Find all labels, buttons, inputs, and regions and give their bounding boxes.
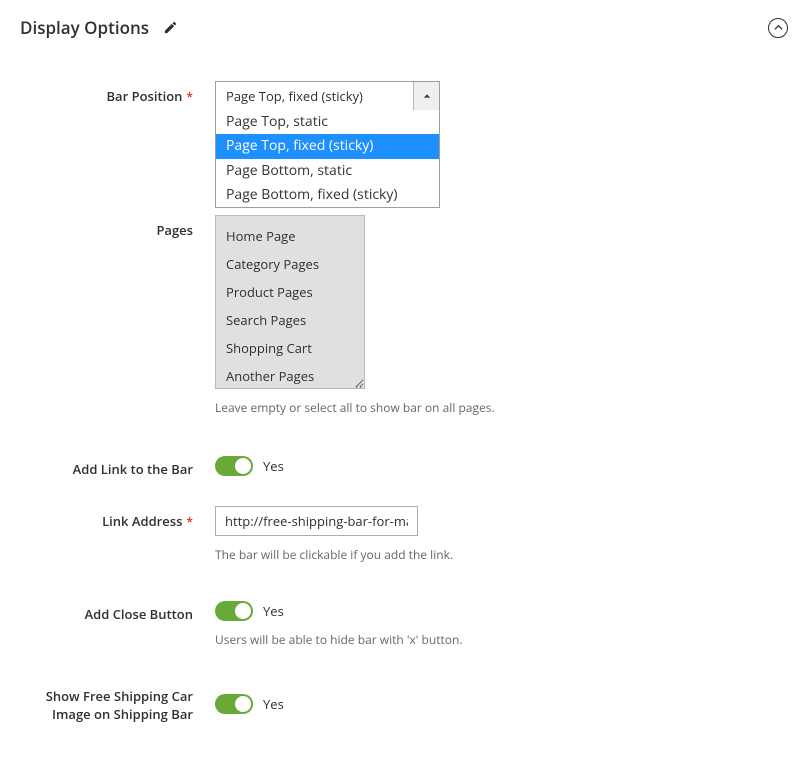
collapse-toggle-button[interactable] <box>768 18 788 38</box>
add-link-value: Yes <box>263 457 284 475</box>
add-close-toggle[interactable] <box>215 601 253 621</box>
show-car-row: Show Free Shipping Car Image on Shipping… <box>20 688 788 723</box>
add-link-field: Yes <box>215 454 788 476</box>
link-address-input[interactable] <box>215 506 418 536</box>
link-address-label: Link Address* <box>20 506 215 530</box>
add-close-value: Yes <box>263 602 284 620</box>
pages-help-text: Leave empty or select all to show bar on… <box>215 399 788 416</box>
add-link-row: Add Link to the Bar Yes <box>20 454 788 478</box>
resize-handle-icon[interactable] <box>353 377 363 387</box>
link-address-field: The bar will be clickable if you add the… <box>215 506 788 563</box>
section-header: Display Options <box>20 16 788 39</box>
link-address-help: The bar will be clickable if you add the… <box>215 546 788 563</box>
show-car-field: Yes <box>215 688 788 714</box>
pages-multiselect[interactable]: Home Page Category Pages Product Pages S… <box>215 215 365 389</box>
link-address-label-text: Link Address <box>102 512 182 530</box>
edit-icon[interactable] <box>163 20 178 35</box>
show-car-label: Show Free Shipping Car Image on Shipping… <box>20 688 215 723</box>
required-asterisk: * <box>186 88 193 105</box>
pages-option[interactable]: Another Pages <box>216 362 364 389</box>
section-title-wrap: Display Options <box>20 16 178 39</box>
bar-position-row: Bar Position* Page Top, fixed (sticky) P… <box>20 81 788 111</box>
bar-position-dropdown-list: Page Top, static Page Top, fixed (sticky… <box>215 110 440 208</box>
bar-position-option[interactable]: Page Top, static <box>216 110 439 134</box>
show-car-toggle-wrap: Yes <box>215 688 788 714</box>
bar-position-select-display[interactable]: Page Top, fixed (sticky) <box>215 81 440 111</box>
chevron-up-icon[interactable] <box>413 82 439 110</box>
bar-position-select[interactable]: Page Top, fixed (sticky) Page Top, stati… <box>215 81 440 111</box>
link-address-row: Link Address* The bar will be clickable … <box>20 506 788 563</box>
bar-position-option[interactable]: Page Bottom, fixed (sticky) <box>216 183 439 207</box>
show-car-value: Yes <box>263 695 284 713</box>
pages-option[interactable]: Home Page <box>216 222 364 250</box>
pages-option[interactable]: Shopping Cart <box>216 334 364 362</box>
add-link-label: Add Link to the Bar <box>20 454 215 478</box>
add-link-toggle-wrap: Yes <box>215 454 788 476</box>
bar-position-option[interactable]: Page Top, fixed (sticky) <box>216 134 439 158</box>
bar-position-selected-text: Page Top, fixed (sticky) <box>216 87 413 105</box>
toggle-knob <box>235 458 251 474</box>
toggle-knob <box>235 696 251 712</box>
add-close-row: Add Close Button Yes Users will be able … <box>20 599 788 648</box>
pages-option[interactable]: Category Pages <box>216 250 364 278</box>
required-asterisk: * <box>186 513 193 530</box>
pages-option[interactable]: Search Pages <box>216 306 364 334</box>
add-close-toggle-wrap: Yes <box>215 599 788 621</box>
show-car-toggle[interactable] <box>215 694 253 714</box>
pages-label: Pages <box>20 215 215 239</box>
add-link-toggle[interactable] <box>215 456 253 476</box>
bar-position-label: Bar Position* <box>20 81 215 105</box>
toggle-knob <box>235 603 251 619</box>
add-close-help: Users will be able to hide bar with 'x' … <box>215 631 788 648</box>
section-title: Display Options <box>20 16 149 39</box>
pages-field: Home Page Category Pages Product Pages S… <box>215 215 788 416</box>
pages-row: Pages Home Page Category Pages Product P… <box>20 215 788 416</box>
bar-position-option[interactable]: Page Bottom, static <box>216 159 439 183</box>
pages-option[interactable]: Product Pages <box>216 278 364 306</box>
bar-position-label-text: Bar Position <box>106 87 182 105</box>
add-close-label: Add Close Button <box>20 599 215 623</box>
add-close-field: Yes Users will be able to hide bar with … <box>215 599 788 648</box>
bar-position-field: Page Top, fixed (sticky) Page Top, stati… <box>215 81 788 111</box>
